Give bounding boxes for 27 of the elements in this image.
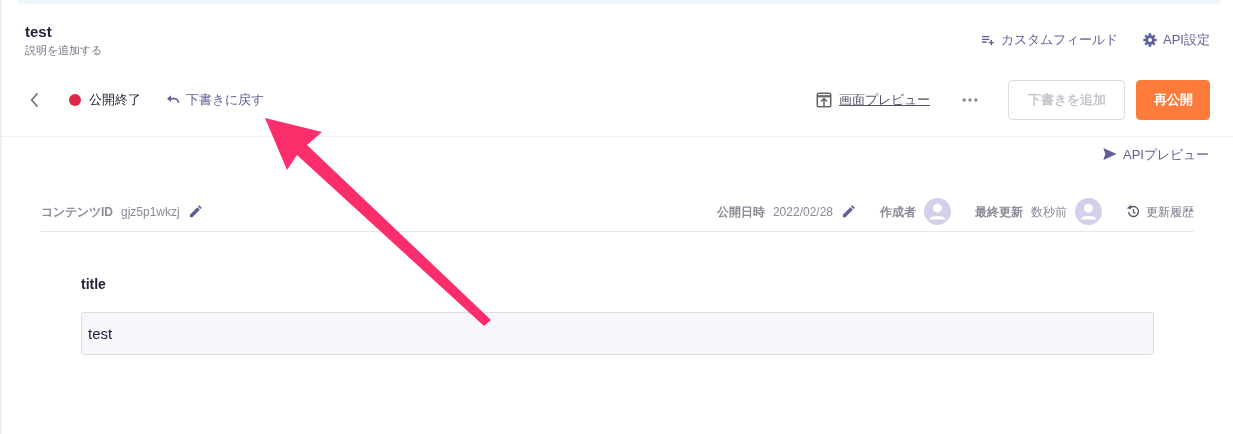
content-id-value: gjz5p1wkzj (121, 203, 180, 221)
preview-link[interactable]: 画面プレビュー (815, 89, 930, 110)
author-label: 作成者 (880, 203, 916, 221)
description-text[interactable]: 説明を追加する (25, 42, 102, 59)
settings-icon (1142, 31, 1159, 48)
published-label: 公開日時 (716, 203, 765, 221)
history-link[interactable]: 更新履歴 (1126, 202, 1194, 221)
status-label: 公開終了 (89, 90, 141, 109)
content-id-label: コンテンツID (41, 203, 113, 221)
published-date: 2022/02/28 (772, 203, 833, 221)
updated-label: 最終更新 (975, 203, 1023, 221)
revert-link[interactable]: 下書きに戻す (165, 89, 264, 110)
page-title: test (25, 22, 53, 42)
avatar-icon (924, 198, 951, 225)
edit-icon[interactable] (187, 204, 203, 219)
api-preview-link[interactable]: APIプレビュー (1102, 144, 1209, 164)
custom-field-link[interactable]: カスタムフィールド (980, 30, 1119, 50)
avatar-icon (1075, 198, 1102, 225)
text-input[interactable]: test (81, 312, 1154, 355)
history-icon (1126, 204, 1141, 219)
send-icon (1102, 146, 1119, 163)
updated-time: 数秒前 (1031, 203, 1067, 221)
field-label: title (81, 275, 107, 294)
edit-icon[interactable] (841, 204, 856, 219)
upload-window-icon (815, 90, 833, 109)
api-settings-link[interactable]: API設定 (1142, 30, 1210, 50)
status-dot (69, 93, 81, 106)
